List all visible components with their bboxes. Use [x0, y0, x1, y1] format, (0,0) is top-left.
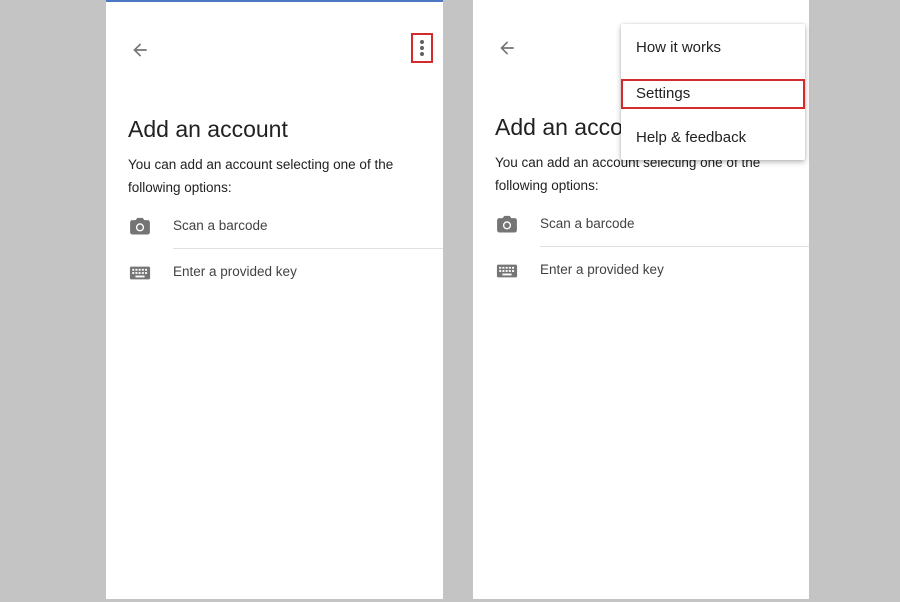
menu-item-help-feedback[interactable]: Help & feedback [621, 123, 805, 153]
option-scan-barcode[interactable]: Scan a barcode [540, 216, 635, 231]
screen-left: Add an account You can add an account se… [106, 0, 443, 599]
option-scan-barcode[interactable]: Scan a barcode [173, 218, 268, 233]
page-title: Add an account [128, 116, 288, 142]
option-enter-key[interactable]: Enter a provided key [173, 264, 297, 279]
page-description: You can add an account selecting one of … [128, 157, 394, 195]
camera-icon [497, 215, 517, 233]
keyboard-icon [129, 266, 151, 280]
camera-icon [130, 217, 150, 235]
divider [540, 246, 809, 247]
menu-item-settings[interactable]: Settings [621, 79, 805, 109]
back-arrow-icon[interactable] [130, 40, 150, 60]
option-enter-key[interactable]: Enter a provided key [540, 262, 664, 277]
keyboard-icon [496, 264, 518, 278]
more-vert-icon [420, 40, 424, 56]
back-arrow-icon[interactable] [497, 38, 517, 58]
menu-item-how-it-works[interactable]: How it works [621, 33, 805, 63]
more-options-button[interactable] [411, 33, 433, 63]
overflow-menu: How it works Settings Help & feedback [621, 24, 805, 160]
divider [173, 248, 443, 249]
